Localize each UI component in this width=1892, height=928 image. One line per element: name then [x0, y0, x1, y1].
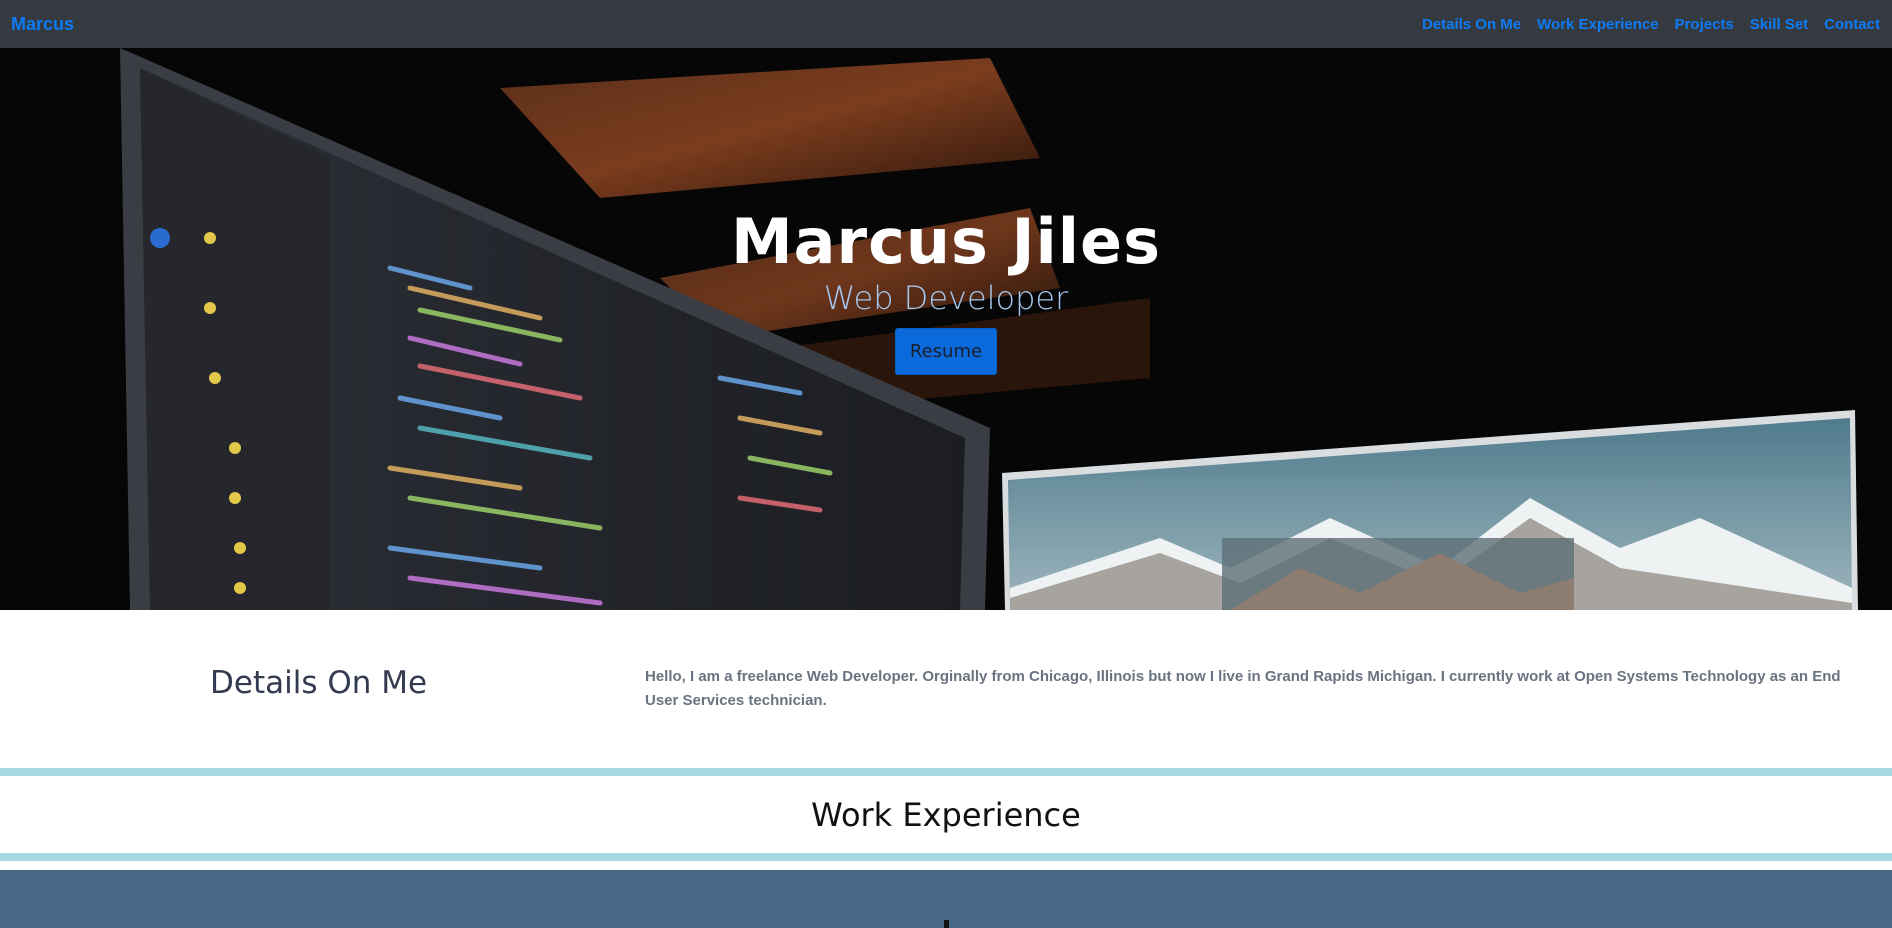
details-title: Details On Me: [210, 665, 428, 701]
work-experience-section: Work Experience: [0, 776, 1892, 853]
hero-subtitle: Web Developer: [823, 279, 1069, 317]
nav-link-skill-set[interactable]: Skill Set: [1750, 16, 1808, 33]
navbar: Marcus Details On Me Work Experience Pro…: [0, 0, 1892, 48]
nav-links: Details On Me Work Experience Projects S…: [1422, 16, 1880, 33]
resume-button[interactable]: Resume: [895, 328, 997, 376]
hero-content: Marcus Jiles Web Developer Resume: [0, 48, 1892, 610]
nav-link-projects[interactable]: Projects: [1675, 16, 1734, 33]
hero-section: Marcus Jiles Web Developer Resume: [0, 48, 1892, 610]
section-divider: [0, 853, 1892, 861]
nav-link-details[interactable]: Details On Me: [1422, 16, 1521, 33]
section-gap: [0, 861, 1892, 870]
section-heading-fragment: [944, 920, 949, 928]
work-experience-title: Work Experience: [811, 795, 1081, 834]
details-section: Details On Me Hello, I am a freelance We…: [0, 610, 1892, 768]
hero-title: Marcus Jiles: [730, 205, 1161, 278]
nav-link-work-experience[interactable]: Work Experience: [1537, 16, 1658, 33]
brand-link[interactable]: Marcus: [11, 14, 74, 35]
section-divider: [0, 768, 1892, 776]
nav-link-contact[interactable]: Contact: [1824, 16, 1880, 33]
details-text: Hello, I am a freelance Web Developer. O…: [645, 668, 1841, 709]
projects-section: [0, 870, 1892, 928]
